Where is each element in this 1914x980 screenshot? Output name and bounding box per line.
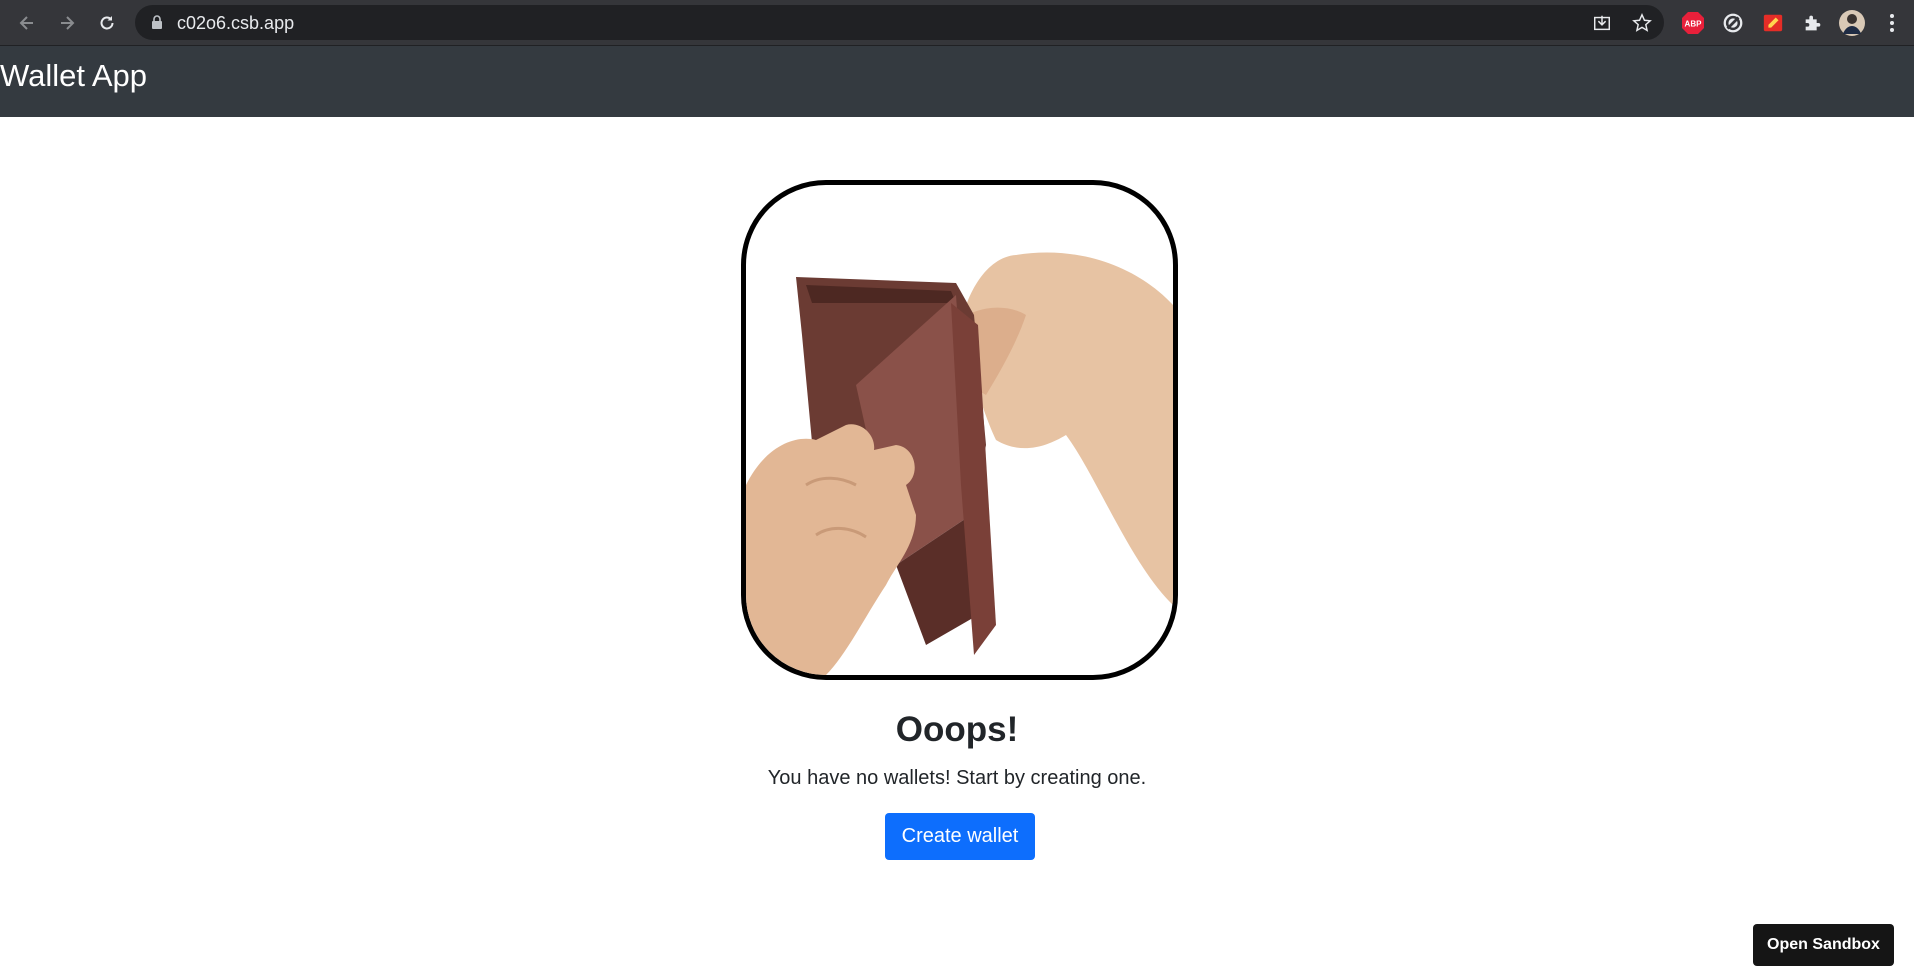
puzzle-icon[interactable] bbox=[1800, 10, 1826, 36]
lock-icon bbox=[152, 15, 162, 29]
browser-toolbar: c02o6.csb.app ABP bbox=[0, 0, 1914, 46]
abp-icon[interactable]: ABP bbox=[1680, 10, 1706, 36]
reload-button[interactable] bbox=[94, 10, 120, 36]
reload-icon bbox=[100, 16, 114, 30]
brand-link[interactable]: Wallet App bbox=[0, 58, 147, 94]
empty-state-heading: Ooops! bbox=[895, 710, 1019, 749]
block-icon[interactable] bbox=[1720, 10, 1746, 36]
profile-avatar[interactable] bbox=[1839, 10, 1865, 36]
address-bar[interactable]: c02o6.csb.app bbox=[135, 5, 1664, 40]
forward-button[interactable] bbox=[54, 10, 80, 36]
open-sandbox-button[interactable]: Open Sandbox bbox=[1753, 924, 1894, 966]
empty-state-message: You have no wallets! Start by creating o… bbox=[767, 767, 1147, 789]
empty-wallet-image bbox=[741, 180, 1178, 680]
pdf-extension-icon[interactable] bbox=[1760, 10, 1786, 36]
url-text: c02o6.csb.app bbox=[177, 13, 295, 33]
svg-text:ABP: ABP bbox=[1685, 20, 1703, 29]
back-arrow-icon bbox=[19, 16, 33, 30]
install-app-icon[interactable] bbox=[1591, 12, 1613, 34]
app-navbar: Wallet App bbox=[0, 46, 1914, 117]
back-button[interactable] bbox=[14, 10, 40, 36]
forward-arrow-icon bbox=[61, 16, 75, 30]
more-menu-icon[interactable] bbox=[1879, 10, 1905, 36]
create-wallet-button[interactable]: Create wallet bbox=[885, 813, 1035, 860]
wallet-illustration bbox=[746, 252, 1173, 675]
bookmark-star-icon[interactable] bbox=[1631, 12, 1653, 34]
